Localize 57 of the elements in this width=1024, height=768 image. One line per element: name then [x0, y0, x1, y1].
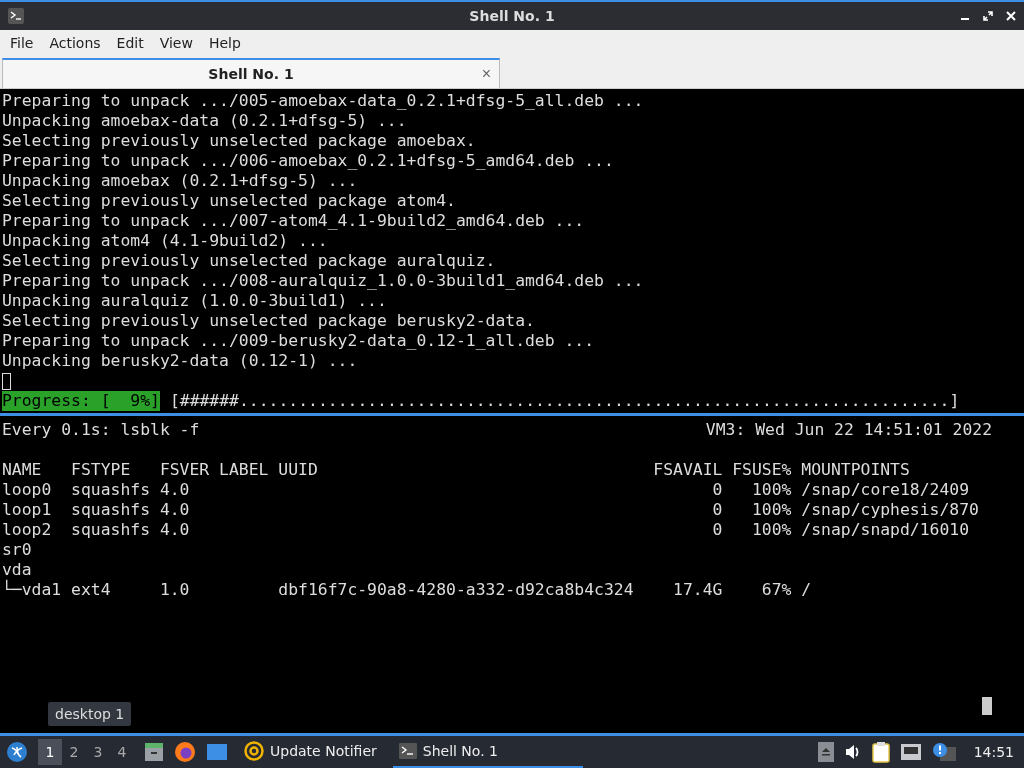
update-notifier-icon — [244, 741, 264, 761]
terminal-line: sr0 — [1, 540, 33, 560]
menu-item[interactable]: Edit — [108, 35, 152, 51]
menu-item[interactable]: File — [2, 35, 42, 51]
notification-icon[interactable] — [931, 742, 956, 762]
terminal-line: loop1 squashfs 4.0 0 100% /snap/cyphesis/870 — [1, 500, 980, 520]
tab-label: Shell No. 1 — [208, 66, 294, 82]
menu-item[interactable]: Actions — [41, 35, 109, 51]
restore-icon[interactable] — [983, 11, 993, 21]
terminal-line: vda — [1, 560, 33, 579]
progress-label: Progress: [ 9%] — [2, 391, 160, 411]
eject-icon[interactable] — [817, 742, 834, 762]
terminal-line: └─vda1 ext4 1.0 dbf16f7c-90a8-4280-a332-d92ca8b4c324 17.4G 67% / — [1, 580, 813, 600]
menu-item[interactable]: Help — [200, 35, 249, 51]
terminal-line: Selecting previously unselected package auralquiz. — [1, 251, 497, 271]
workspace-button[interactable]: 3 — [86, 739, 110, 765]
terminal-line: loop2 squashfs 4.0 0 100% /snap/snapd/16010 — [1, 520, 971, 540]
terminal-line: Preparing to unpack .../007-atom4_4.1-9build2_amd64.deb ... — [1, 211, 586, 231]
terminal-line: loop0 squashfs 4.0 0 100% /snap/core18/2409 — [1, 480, 971, 500]
terminal-line: Unpacking amoebax (0.2.1+dfsg-5) ... — [1, 171, 359, 191]
tooltip: desktop 1 — [48, 702, 132, 726]
progress-bar-text: [######........................................................................] — [168, 391, 960, 411]
terminal-line: NAME FSTYPE FSVER LABEL UUID FSAVAIL FSUSE% MOUNTPOINTS — [1, 460, 911, 480]
terminal-line: Selecting previously unselected package berusky2-data. — [1, 311, 536, 331]
clipboard-icon[interactable] — [871, 741, 890, 763]
terminal-line: Unpacking amoebax-data (0.2.1+dfsg-5) ... — [1, 111, 408, 131]
window-icon[interactable] — [206, 742, 228, 762]
terminal-icon — [398, 743, 417, 759]
watch-command: Every 0.1s: lsblk -f — [1, 420, 200, 440]
clock: 14:51 — [973, 744, 1014, 760]
terminal-line: Unpacking berusky2-data (0.12-1) ... — [1, 351, 359, 371]
terminal-line: Selecting previously unselected package atom4. — [1, 191, 457, 211]
terminal-tab[interactable]: Shell No. 1 × — [2, 58, 500, 88]
workspace-button[interactable]: 1 — [38, 739, 62, 765]
workspace-button[interactable]: 2 — [62, 739, 86, 765]
tab-close-button[interactable]: × — [481, 65, 491, 83]
terminal-line: Unpacking auralquiz (1.0.0-3build1) ... — [1, 291, 388, 311]
text-cursor — [982, 697, 992, 715]
menu-item[interactable]: View — [151, 35, 201, 51]
window-title: Shell No. 1 — [468, 8, 555, 24]
network-icon[interactable] — [899, 743, 922, 761]
terminal-icon — [8, 8, 24, 24]
terminal-line: Preparing to unpack .../006-amoebax_0.2.1+dfsg-5_amd64.deb ... — [1, 151, 615, 171]
terminal-line: Preparing to unpack .../005-amoebax-data_0.2.1+dfsg-5_all.deb ... — [1, 91, 645, 111]
terminal-line: Unpacking atom4 (4.1-9build2) ... — [1, 231, 329, 251]
host-timestamp: VM3: Wed Jun 22 14:51:01 2022 — [704, 420, 992, 440]
terminal-line: Preparing to unpack .../009-berusky2-data_0.12-1_all.deb ... — [1, 331, 596, 351]
start-menu-icon[interactable] — [6, 741, 28, 763]
taskbar-task[interactable]: Update Notifier — [238, 736, 383, 768]
close-icon[interactable] — [1006, 11, 1016, 21]
taskbar-task[interactable]: Shell No. 1 — [392, 736, 583, 768]
browser-icon[interactable] — [174, 741, 196, 763]
file-cabinet-icon[interactable] — [144, 742, 164, 762]
text-cursor — [2, 373, 11, 390]
workspace-button[interactable]: 4 — [110, 739, 134, 765]
terminal-line: Preparing to unpack .../008-auralquiz_1.0.0-3build1_amd64.deb ... — [1, 271, 645, 291]
terminal-line: Selecting previously unselected package amoebax. — [1, 131, 477, 151]
